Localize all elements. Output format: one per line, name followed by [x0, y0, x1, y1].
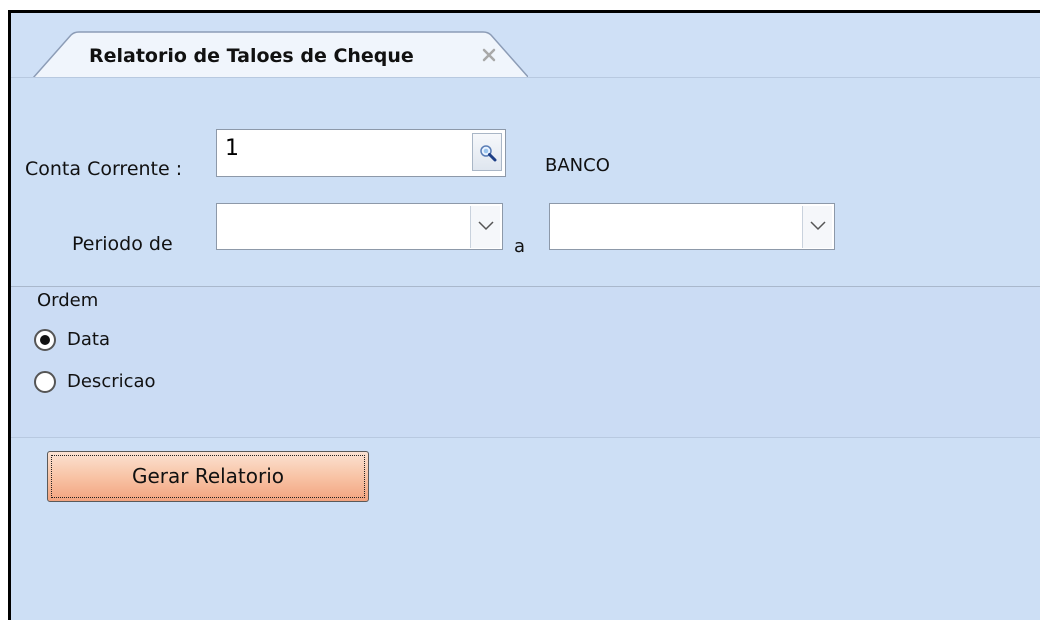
radio-descricao[interactable]: [34, 371, 56, 393]
conta-corrente-label: Conta Corrente :: [25, 158, 183, 180]
chevron-down-icon: [810, 221, 826, 231]
chevron-down-icon: [478, 221, 494, 231]
radio-data[interactable]: [34, 329, 56, 351]
radio-descricao-label[interactable]: Descricao: [67, 371, 156, 392]
conta-corrente-value: 1: [225, 136, 239, 161]
gerar-relatorio-button[interactable]: Gerar Relatorio: [47, 451, 369, 502]
radio-data-label[interactable]: Data: [67, 329, 110, 350]
periodo-to-dropdown-button[interactable]: [802, 206, 832, 248]
close-icon[interactable]: [481, 47, 497, 63]
filter-group: Conta Corrente : 1 BANCO Periodo de a: [11, 77, 1040, 288]
conta-corrente-input[interactable]: 1: [216, 129, 506, 177]
periodo-label: Periodo de: [72, 233, 173, 255]
periodo-from-select[interactable]: [216, 203, 503, 250]
report-window: Relatorio de Taloes de Cheque Conta Corr…: [8, 10, 1040, 620]
periodo-to-select[interactable]: [549, 203, 835, 250]
periodo-separator: a: [514, 236, 526, 257]
periodo-from-dropdown-button[interactable]: [470, 206, 500, 248]
tab-relatorio-taloes[interactable]: Relatorio de Taloes de Cheque: [33, 31, 528, 79]
tab-strip: Relatorio de Taloes de Cheque: [11, 13, 1040, 79]
tab-title: Relatorio de Taloes de Cheque: [89, 45, 414, 67]
gerar-relatorio-label: Gerar Relatorio: [131, 464, 285, 488]
ordem-group: Ordem Data Descricao: [11, 287, 1040, 438]
search-icon: [480, 145, 497, 162]
ordem-label: Ordem: [37, 290, 99, 311]
lookup-button[interactable]: [472, 133, 502, 171]
bank-name: BANCO: [545, 155, 610, 176]
